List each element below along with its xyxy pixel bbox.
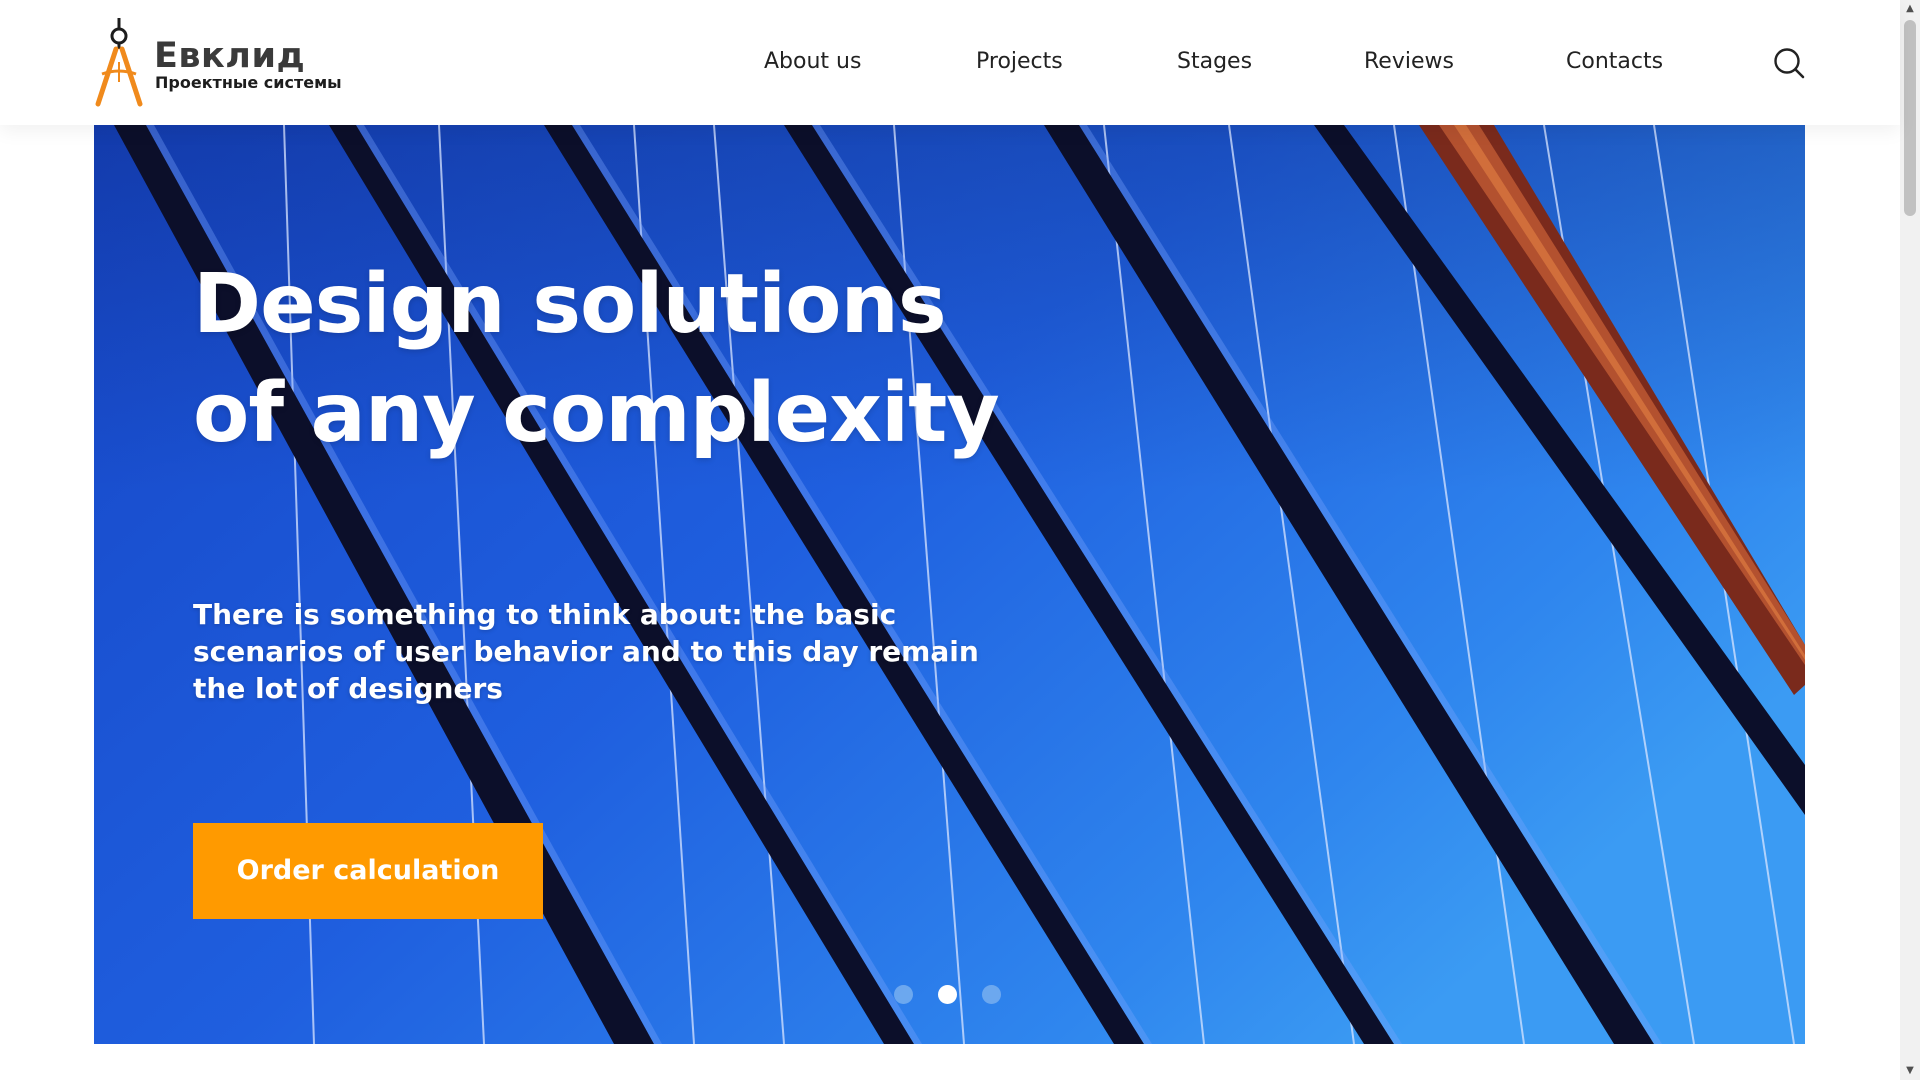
nav-item-reviews[interactable]: Reviews <box>1364 47 1454 77</box>
nav-item-stages[interactable]: Stages <box>1177 47 1252 77</box>
hero-banner: Design solutions of any complexity There… <box>94 125 1805 1044</box>
slider-pagination <box>894 985 1004 1005</box>
order-calculation-button[interactable]: Order calculation <box>193 823 543 919</box>
slider-dot-1[interactable] <box>894 985 913 1004</box>
slider-dot-3[interactable] <box>982 985 1001 1004</box>
hero-title: Design solutions of any complexity <box>193 257 1000 461</box>
site-header: Евклид Проектные системы About us Projec… <box>0 0 1900 125</box>
slider-dot-2-active[interactable] <box>938 985 957 1004</box>
scrollbar-thumb[interactable] <box>1904 20 1916 216</box>
search-button[interactable] <box>1772 46 1806 80</box>
search-icon <box>1774 48 1805 79</box>
hero-subtitle: There is something to think about: the b… <box>193 598 979 705</box>
nav-item-projects[interactable]: Projects <box>976 47 1063 77</box>
nav-item-about-us[interactable]: About us <box>764 47 861 77</box>
vertical-scrollbar[interactable]: ▲ ▼ <box>1900 0 1920 1080</box>
nav-item-contacts[interactable]: Contacts <box>1566 47 1663 77</box>
scroll-up-arrow-icon[interactable]: ▲ <box>1900 0 1920 18</box>
main-nav: About us Projects Stages Reviews Contact… <box>0 0 1900 125</box>
scroll-down-arrow-icon[interactable]: ▼ <box>1900 1062 1920 1080</box>
